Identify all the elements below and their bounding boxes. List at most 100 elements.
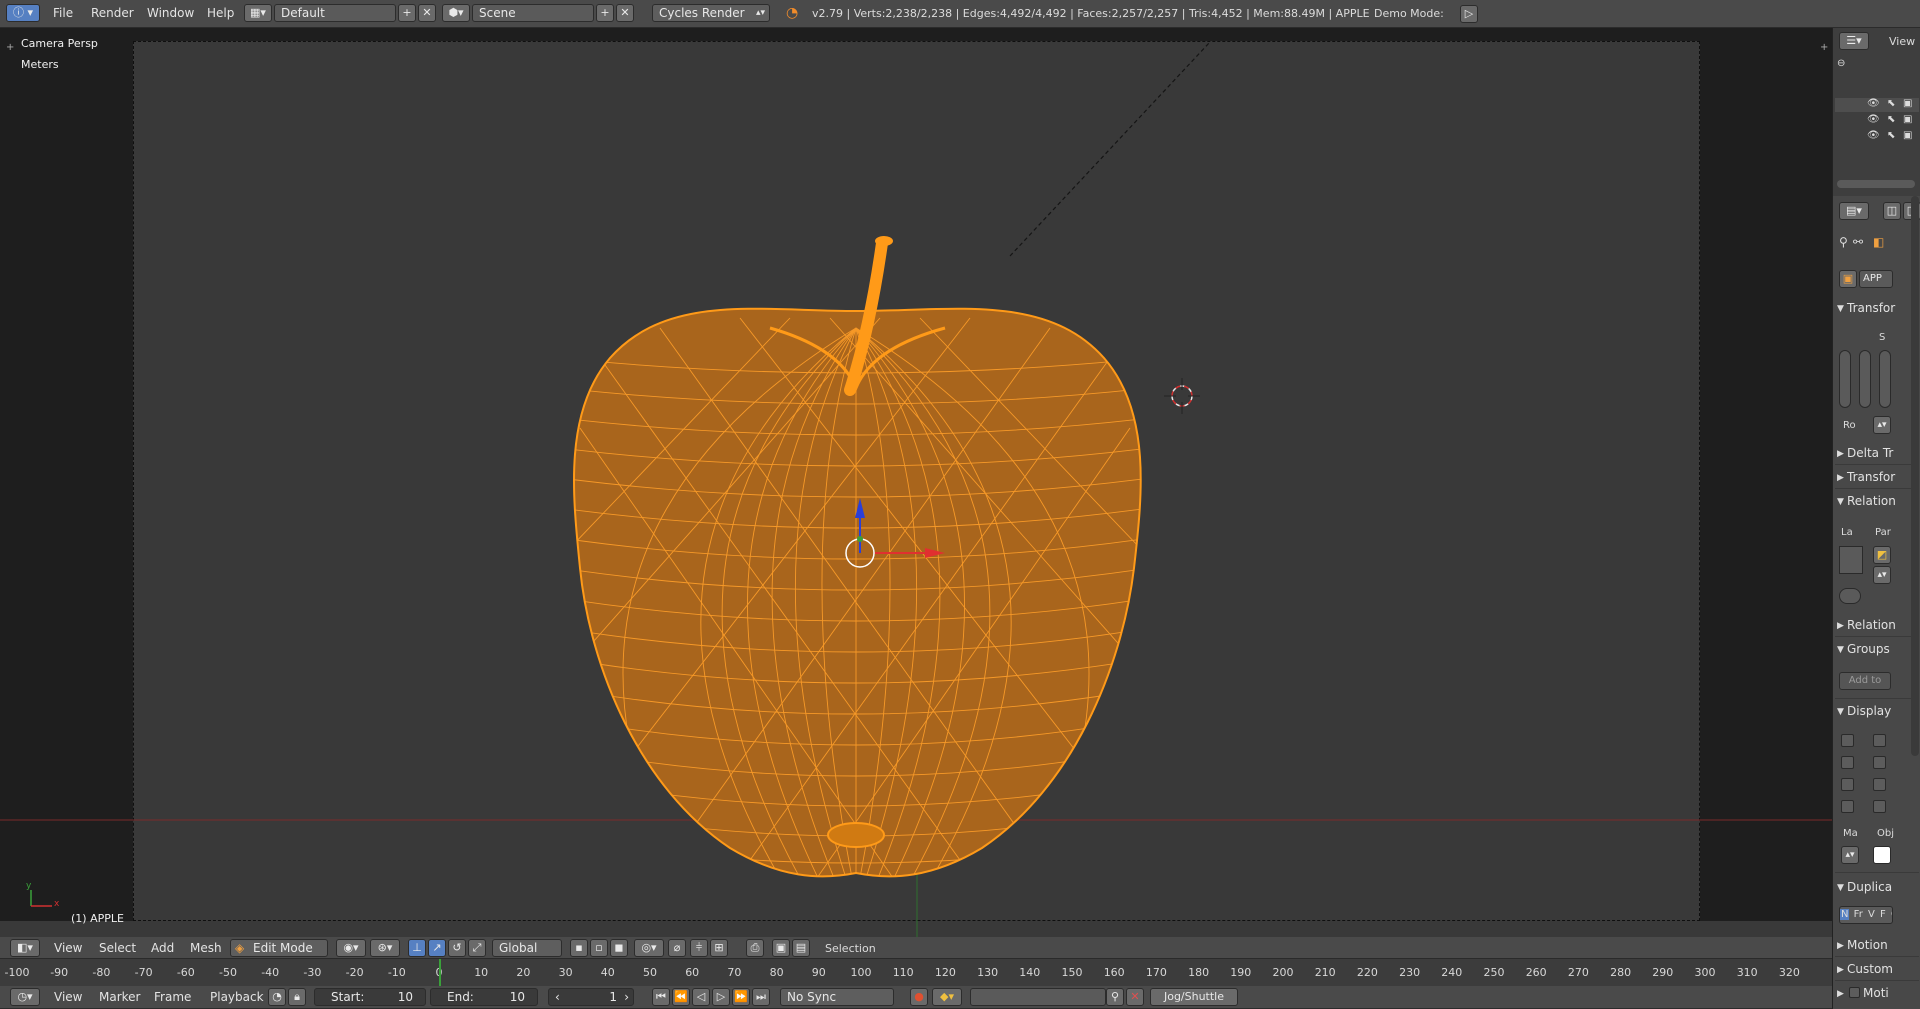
lock-range-icon[interactable]: 🔒︎ (288, 988, 306, 1006)
end-frame-field[interactable]: End: 10 (430, 988, 538, 1006)
opengl-render-icon[interactable]: ⎙ (746, 939, 764, 957)
screen-layout-icon[interactable]: ▦▾ (244, 4, 272, 22)
outliner[interactable]: ☰▾ View ⊖ 👁︎ ⬉ ▣ 👁︎ ⬉ ▣ 👁︎ ⬉ ▣ (1832, 28, 1920, 196)
relations-panel-header[interactable]: Relation (1847, 494, 1896, 508)
add-screen-icon[interactable]: + (398, 4, 416, 22)
display-checkbox[interactable] (1873, 778, 1886, 791)
render-engine-dropdown[interactable]: Cycles Render ▴▾ (652, 4, 770, 22)
cursor-select-icon[interactable]: ⬉ (1887, 98, 1895, 109)
pivot-point-icon[interactable]: ⊛▾ (370, 939, 400, 957)
snap-element-icon[interactable]: ⊞ (710, 939, 728, 957)
duplication-panel-toggle-icon[interactable]: ▼ (1837, 883, 1844, 893)
auto-keying-icon[interactable]: ● (910, 988, 928, 1006)
display-panel-toggle-icon[interactable]: ▼ (1837, 707, 1844, 717)
limit-selection-icon[interactable]: ⌀ (668, 939, 686, 957)
scene-field[interactable]: Scene (472, 4, 594, 22)
dup-group-option[interactable]: G (1890, 909, 1892, 920)
menu-select[interactable]: Select (99, 941, 136, 955)
dup-verts-option[interactable]: V (1867, 909, 1876, 920)
render-tab-icon[interactable]: ◫ (1883, 202, 1901, 220)
location-slider[interactable] (1839, 350, 1851, 408)
sync-mode-dropdown[interactable]: No Sync (780, 988, 894, 1006)
menu-render[interactable]: Render (91, 6, 134, 20)
scale-manipulator-icon[interactable]: ⤢ (468, 939, 486, 957)
start-frame-field[interactable]: Start: 10 (314, 988, 426, 1006)
dup-frames-option[interactable]: Fr (1853, 909, 1864, 920)
add-to-group-button[interactable]: Add to (1839, 672, 1891, 690)
manipulator-toggle-icon[interactable]: ⊥ (408, 939, 426, 957)
play-reverse-icon[interactable]: ◁ (692, 988, 710, 1006)
timeline-ruler[interactable]: -100-90-80-70-60-50-40-30-20-10010203040… (0, 958, 1832, 987)
menu-frame[interactable]: Frame (154, 990, 191, 1004)
gizmo-y-dot[interactable] (857, 536, 863, 542)
object-color-swatch[interactable] (1873, 846, 1891, 864)
display-panel-header[interactable]: Display (1847, 704, 1891, 718)
custom-panel-toggle-icon[interactable]: ▶ (1837, 965, 1844, 975)
editor-type-outliner-button[interactable]: ☰▾ (1839, 32, 1869, 50)
delete-screen-icon[interactable]: ✕ (418, 4, 436, 22)
outliner-scrollbar[interactable] (1837, 180, 1915, 188)
relations-extras-panel-header[interactable]: Relation (1847, 618, 1896, 632)
scene-link-icon[interactable]: ⚯ (1853, 235, 1863, 249)
transform-panel-toggle-icon[interactable]: ▼ (1837, 304, 1844, 314)
object-cube-icon[interactable]: ◧ (1873, 235, 1884, 249)
display-checkbox[interactable] (1873, 756, 1886, 769)
menu-marker[interactable]: Marker (99, 990, 140, 1004)
rotate-manipulator-icon[interactable]: ↺ (448, 939, 466, 957)
dup-faces-option[interactable]: F (1879, 909, 1887, 920)
face-select-icon[interactable]: ◼ (610, 939, 628, 957)
menu-view[interactable]: View (54, 941, 82, 955)
add-scene-icon[interactable]: + (596, 4, 614, 22)
scene-icon[interactable]: ⬢▾ (442, 4, 470, 22)
snap-toggle-icon[interactable]: ⫩ (690, 939, 708, 957)
motion-paths-panel-header[interactable]: Motion (1847, 938, 1888, 952)
preview-range-icon[interactable]: ◔ (268, 988, 286, 1006)
scale-slider[interactable] (1879, 350, 1891, 408)
menu-window[interactable]: Window (147, 6, 194, 20)
duplication-panel-header[interactable]: Duplica (1847, 880, 1892, 894)
layers-grid[interactable] (1839, 546, 1863, 574)
custom-properties-panel-header[interactable]: Custom (1847, 962, 1893, 976)
display-checkbox[interactable] (1841, 734, 1854, 747)
render-layers-icon[interactable]: ▤ (792, 939, 810, 957)
eye-icon[interactable]: 👁︎ (1867, 130, 1880, 141)
display-checkbox[interactable] (1841, 756, 1854, 769)
draw-type-dropdown[interactable]: ▴▾ (1841, 846, 1859, 864)
screen-layout-field[interactable]: Default (274, 4, 396, 22)
viewport-shading-icon[interactable]: ◉▾ (336, 939, 366, 957)
display-checkbox[interactable] (1841, 778, 1854, 791)
cursor-select-icon[interactable]: ⬉ (1887, 114, 1895, 125)
menu-help[interactable]: Help (207, 6, 234, 20)
jump-keyframe-forward-icon[interactable]: ⏩ (732, 988, 750, 1006)
parent-object-icon[interactable]: ◩ (1873, 546, 1891, 564)
motion-panel-toggle-icon[interactable]: ▶ (1837, 941, 1844, 951)
editor-type-timeline-button[interactable]: ◷▾ (10, 988, 40, 1006)
parent-type-dropdown[interactable]: ▴▾ (1873, 566, 1891, 584)
collapse-icon[interactable]: ⊖ (1837, 58, 1845, 69)
apple-body[interactable] (573, 307, 1142, 878)
jump-keyframe-back-icon[interactable]: ⏪ (672, 988, 690, 1006)
groups-panel-toggle-icon[interactable]: ▼ (1837, 645, 1844, 655)
vertex-select-icon[interactable]: ▪ (570, 939, 588, 957)
3d-viewport[interactable]: Camera Persp Meters + + y x (1) APPLE (0, 28, 1832, 948)
relations-panel-toggle-icon[interactable]: ▼ (1837, 497, 1844, 507)
apple-mesh[interactable] (560, 236, 1150, 888)
motion-blur-toggle-icon[interactable]: ▶ (1837, 989, 1844, 999)
rotation-mode-dropdown[interactable]: ▴▾ (1873, 416, 1891, 434)
transform-orientation-dropdown[interactable]: Global (492, 939, 562, 957)
jump-end-icon[interactable]: ⏭ (752, 988, 770, 1006)
keying-set-icon[interactable]: ◆▾ (932, 988, 962, 1006)
delete-keyframe-icon[interactable]: ✕ (1126, 988, 1144, 1006)
translate-manipulator-icon[interactable]: ↗ (428, 939, 446, 957)
mode-dropdown[interactable]: ◈ Edit Mode (230, 939, 328, 957)
menu-add[interactable]: Add (151, 941, 174, 955)
delete-scene-icon[interactable]: ✕ (616, 4, 634, 22)
pass-index-field[interactable] (1839, 588, 1861, 604)
opengl-anim-icon[interactable]: ▣ (772, 939, 790, 957)
menu-mesh[interactable]: Mesh (190, 941, 222, 955)
relations-extras-toggle-icon[interactable]: ▶ (1837, 621, 1844, 631)
editor-type-info-button[interactable]: ⓘ ▾ (6, 4, 40, 22)
current-frame-field[interactable]: ‹ 1 › (548, 988, 634, 1006)
edge-select-icon[interactable]: ▫ (590, 939, 608, 957)
rotation-slider[interactable] (1859, 350, 1871, 408)
